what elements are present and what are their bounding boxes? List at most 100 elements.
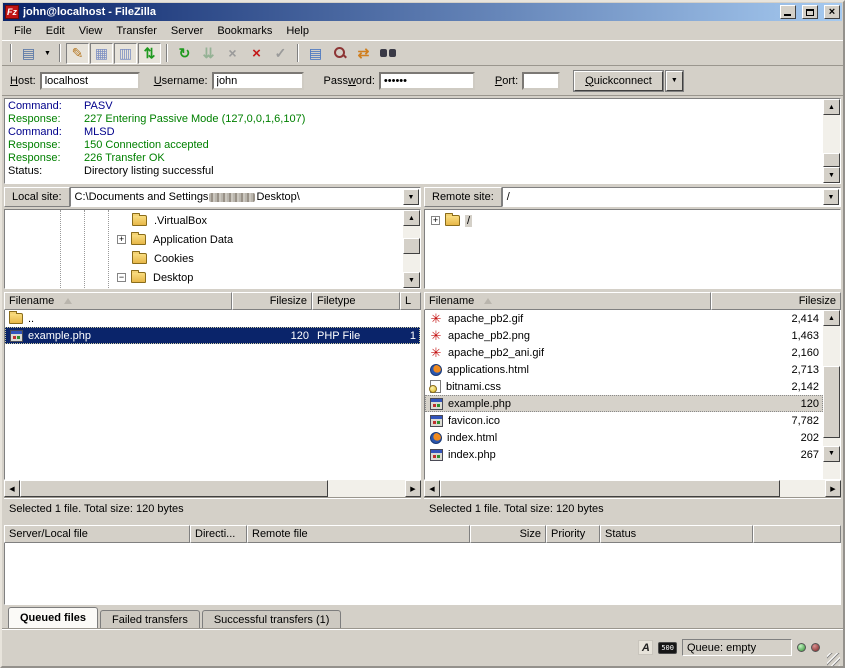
tree-item-desktop[interactable]: − Desktop	[5, 268, 403, 287]
disconnect-button[interactable]: ×	[245, 43, 268, 64]
close-button[interactable]: ×	[824, 5, 840, 19]
menu-help[interactable]: Help	[280, 23, 317, 39]
scrollbar-thumb[interactable]	[403, 238, 420, 254]
expand-plus-icon[interactable]: +	[117, 235, 126, 244]
scroll-down-icon[interactable]: ▼	[823, 446, 840, 462]
local-horizontal-scrollbar[interactable]: ◀ ▶	[4, 480, 421, 497]
scrollbar-thumb[interactable]	[440, 480, 780, 497]
toggle-local-tree-button[interactable]: ▦	[90, 43, 113, 64]
quickconnect-dropdown-button[interactable]: ▼	[666, 71, 683, 91]
tab-successful-transfers[interactable]: Successful transfers (1)	[202, 610, 342, 628]
maximize-button[interactable]	[802, 5, 818, 19]
tree-item-application-data[interactable]: + Application Data	[5, 230, 403, 249]
combo-dropdown-icon[interactable]: ▼	[823, 189, 839, 205]
scrollbar-thumb[interactable]	[823, 366, 840, 438]
port-input[interactable]	[522, 72, 560, 90]
filter-button[interactable]	[376, 43, 399, 64]
remote-tree: + /	[424, 209, 841, 289]
scroll-down-icon[interactable]: ▼	[823, 167, 840, 183]
tree-item-cookies[interactable]: Cookies	[5, 249, 403, 268]
remote-list-scrollbar[interactable]: ▲ ▼	[823, 310, 840, 479]
quickconnect-button[interactable]: Quickconnect	[574, 71, 663, 91]
data-type-indicator-icon[interactable]: A	[638, 640, 653, 655]
menu-edit[interactable]: Edit	[40, 23, 73, 39]
remote-file-row[interactable]: index.html 202	[425, 429, 823, 446]
menu-bar: File Edit View Transfer Server Bookmarks…	[2, 21, 843, 40]
minimize-button[interactable]	[780, 5, 796, 19]
speed-limit-badge-icon[interactable]: 500	[658, 642, 677, 654]
resize-grip[interactable]	[827, 653, 840, 666]
directory-comparison-button[interactable]: ▤	[304, 43, 327, 64]
host-input[interactable]	[40, 72, 140, 90]
scrollbar-thumb[interactable]	[20, 480, 328, 497]
column-size[interactable]: Size	[470, 525, 546, 543]
synchronized-browsing-button[interactable]: ⇄	[352, 43, 375, 64]
remote-horizontal-scrollbar[interactable]: ◀ ▶	[424, 480, 841, 497]
refresh-button[interactable]: ↻	[173, 43, 196, 64]
scroll-right-icon[interactable]: ▶	[405, 480, 421, 497]
menu-server[interactable]: Server	[165, 23, 211, 39]
tab-failed-transfers[interactable]: Failed transfers	[100, 610, 200, 628]
folder-icon	[131, 234, 146, 245]
column-status[interactable]: Status	[600, 525, 753, 543]
remote-path-combobox[interactable]: / ▼	[502, 187, 841, 207]
column-filler	[753, 525, 841, 543]
menu-bookmarks[interactable]: Bookmarks	[211, 23, 280, 39]
remote-file-row[interactable]: ✳apache_pb2.gif 2,414	[425, 310, 823, 327]
browser-file-icon	[430, 432, 442, 444]
local-path-combobox[interactable]: C:\Documents and SettingsDesktop\ ▼	[70, 187, 421, 207]
local-file-row-example-php[interactable]: example.php 120 PHP File 1	[5, 327, 420, 344]
remote-file-row[interactable]: applications.html 2,713	[425, 361, 823, 378]
tree-item-virtualbox[interactable]: .VirtualBox	[5, 211, 403, 230]
remote-file-row[interactable]: ✳apache_pb2.png 1,463	[425, 327, 823, 344]
message-log-scrollbar[interactable]: ▲ ▼	[823, 99, 840, 183]
scroll-right-icon[interactable]: ▶	[825, 480, 841, 497]
username-input[interactable]	[212, 72, 304, 90]
tab-queued-files[interactable]: Queued files	[8, 607, 98, 628]
menu-view[interactable]: View	[73, 23, 111, 39]
menu-transfer[interactable]: Transfer	[110, 23, 165, 39]
combo-dropdown-icon[interactable]: ▼	[403, 189, 419, 205]
scroll-left-icon[interactable]: ◀	[4, 480, 20, 497]
column-direction[interactable]: Directi...	[190, 525, 247, 543]
find-files-button[interactable]	[328, 43, 351, 64]
scroll-up-icon[interactable]: ▲	[823, 310, 840, 326]
scroll-up-icon[interactable]: ▲	[403, 210, 420, 226]
password-input[interactable]	[379, 72, 475, 90]
site-manager-dropdown-icon[interactable]: ▼	[41, 43, 54, 64]
remote-file-row-selected[interactable]: example.php 120	[425, 395, 823, 412]
scrollbar-thumb[interactable]	[823, 153, 840, 167]
column-lastmodified[interactable]: L	[400, 292, 421, 310]
expand-plus-icon[interactable]: +	[431, 216, 440, 225]
toggle-message-log-button[interactable]: ✎	[66, 43, 89, 64]
column-remote-file[interactable]: Remote file	[247, 525, 470, 543]
local-file-row-updir[interactable]: ..	[5, 310, 420, 327]
message-log-lines: Command:PASV Response:227 Entering Passi…	[5, 99, 823, 183]
column-filetype[interactable]: Filetype	[312, 292, 400, 310]
column-filesize[interactable]: Filesize	[711, 292, 841, 310]
local-tree-scrollbar[interactable]: ▲ ▼	[403, 210, 420, 288]
reconnect-button[interactable]: ✓	[269, 43, 292, 64]
tree-item-root[interactable]: + /	[425, 211, 840, 230]
scroll-up-icon[interactable]: ▲	[823, 99, 840, 115]
column-filename[interactable]: Filename	[4, 292, 232, 310]
title-bar: Fz john@localhost - FileZilla ×	[3, 3, 842, 21]
send-indicator-led	[811, 643, 820, 652]
process-queue-button[interactable]: ⇊	[197, 43, 220, 64]
column-priority[interactable]: Priority	[546, 525, 600, 543]
menu-file[interactable]: File	[8, 23, 40, 39]
toggle-remote-tree-button[interactable]: ▥	[114, 43, 137, 64]
remote-file-row[interactable]: bitnami.css 2,142	[425, 378, 823, 395]
column-server-local-file[interactable]: Server/Local file	[4, 525, 190, 543]
scroll-left-icon[interactable]: ◀	[424, 480, 440, 497]
column-filename[interactable]: Filename	[424, 292, 711, 310]
scroll-down-icon[interactable]: ▼	[403, 272, 420, 288]
remote-file-row[interactable]: index.php 267	[425, 446, 823, 463]
toggle-queue-button[interactable]: ⇅	[138, 43, 161, 64]
site-manager-button[interactable]: ▤	[17, 43, 40, 64]
column-filesize[interactable]: Filesize	[232, 292, 312, 310]
collapse-minus-icon[interactable]: −	[117, 273, 126, 282]
cancel-operation-button[interactable]: ×	[221, 43, 244, 64]
remote-file-row[interactable]: favicon.ico 7,782	[425, 412, 823, 429]
remote-file-row[interactable]: ✳apache_pb2_ani.gif 2,160	[425, 344, 823, 361]
